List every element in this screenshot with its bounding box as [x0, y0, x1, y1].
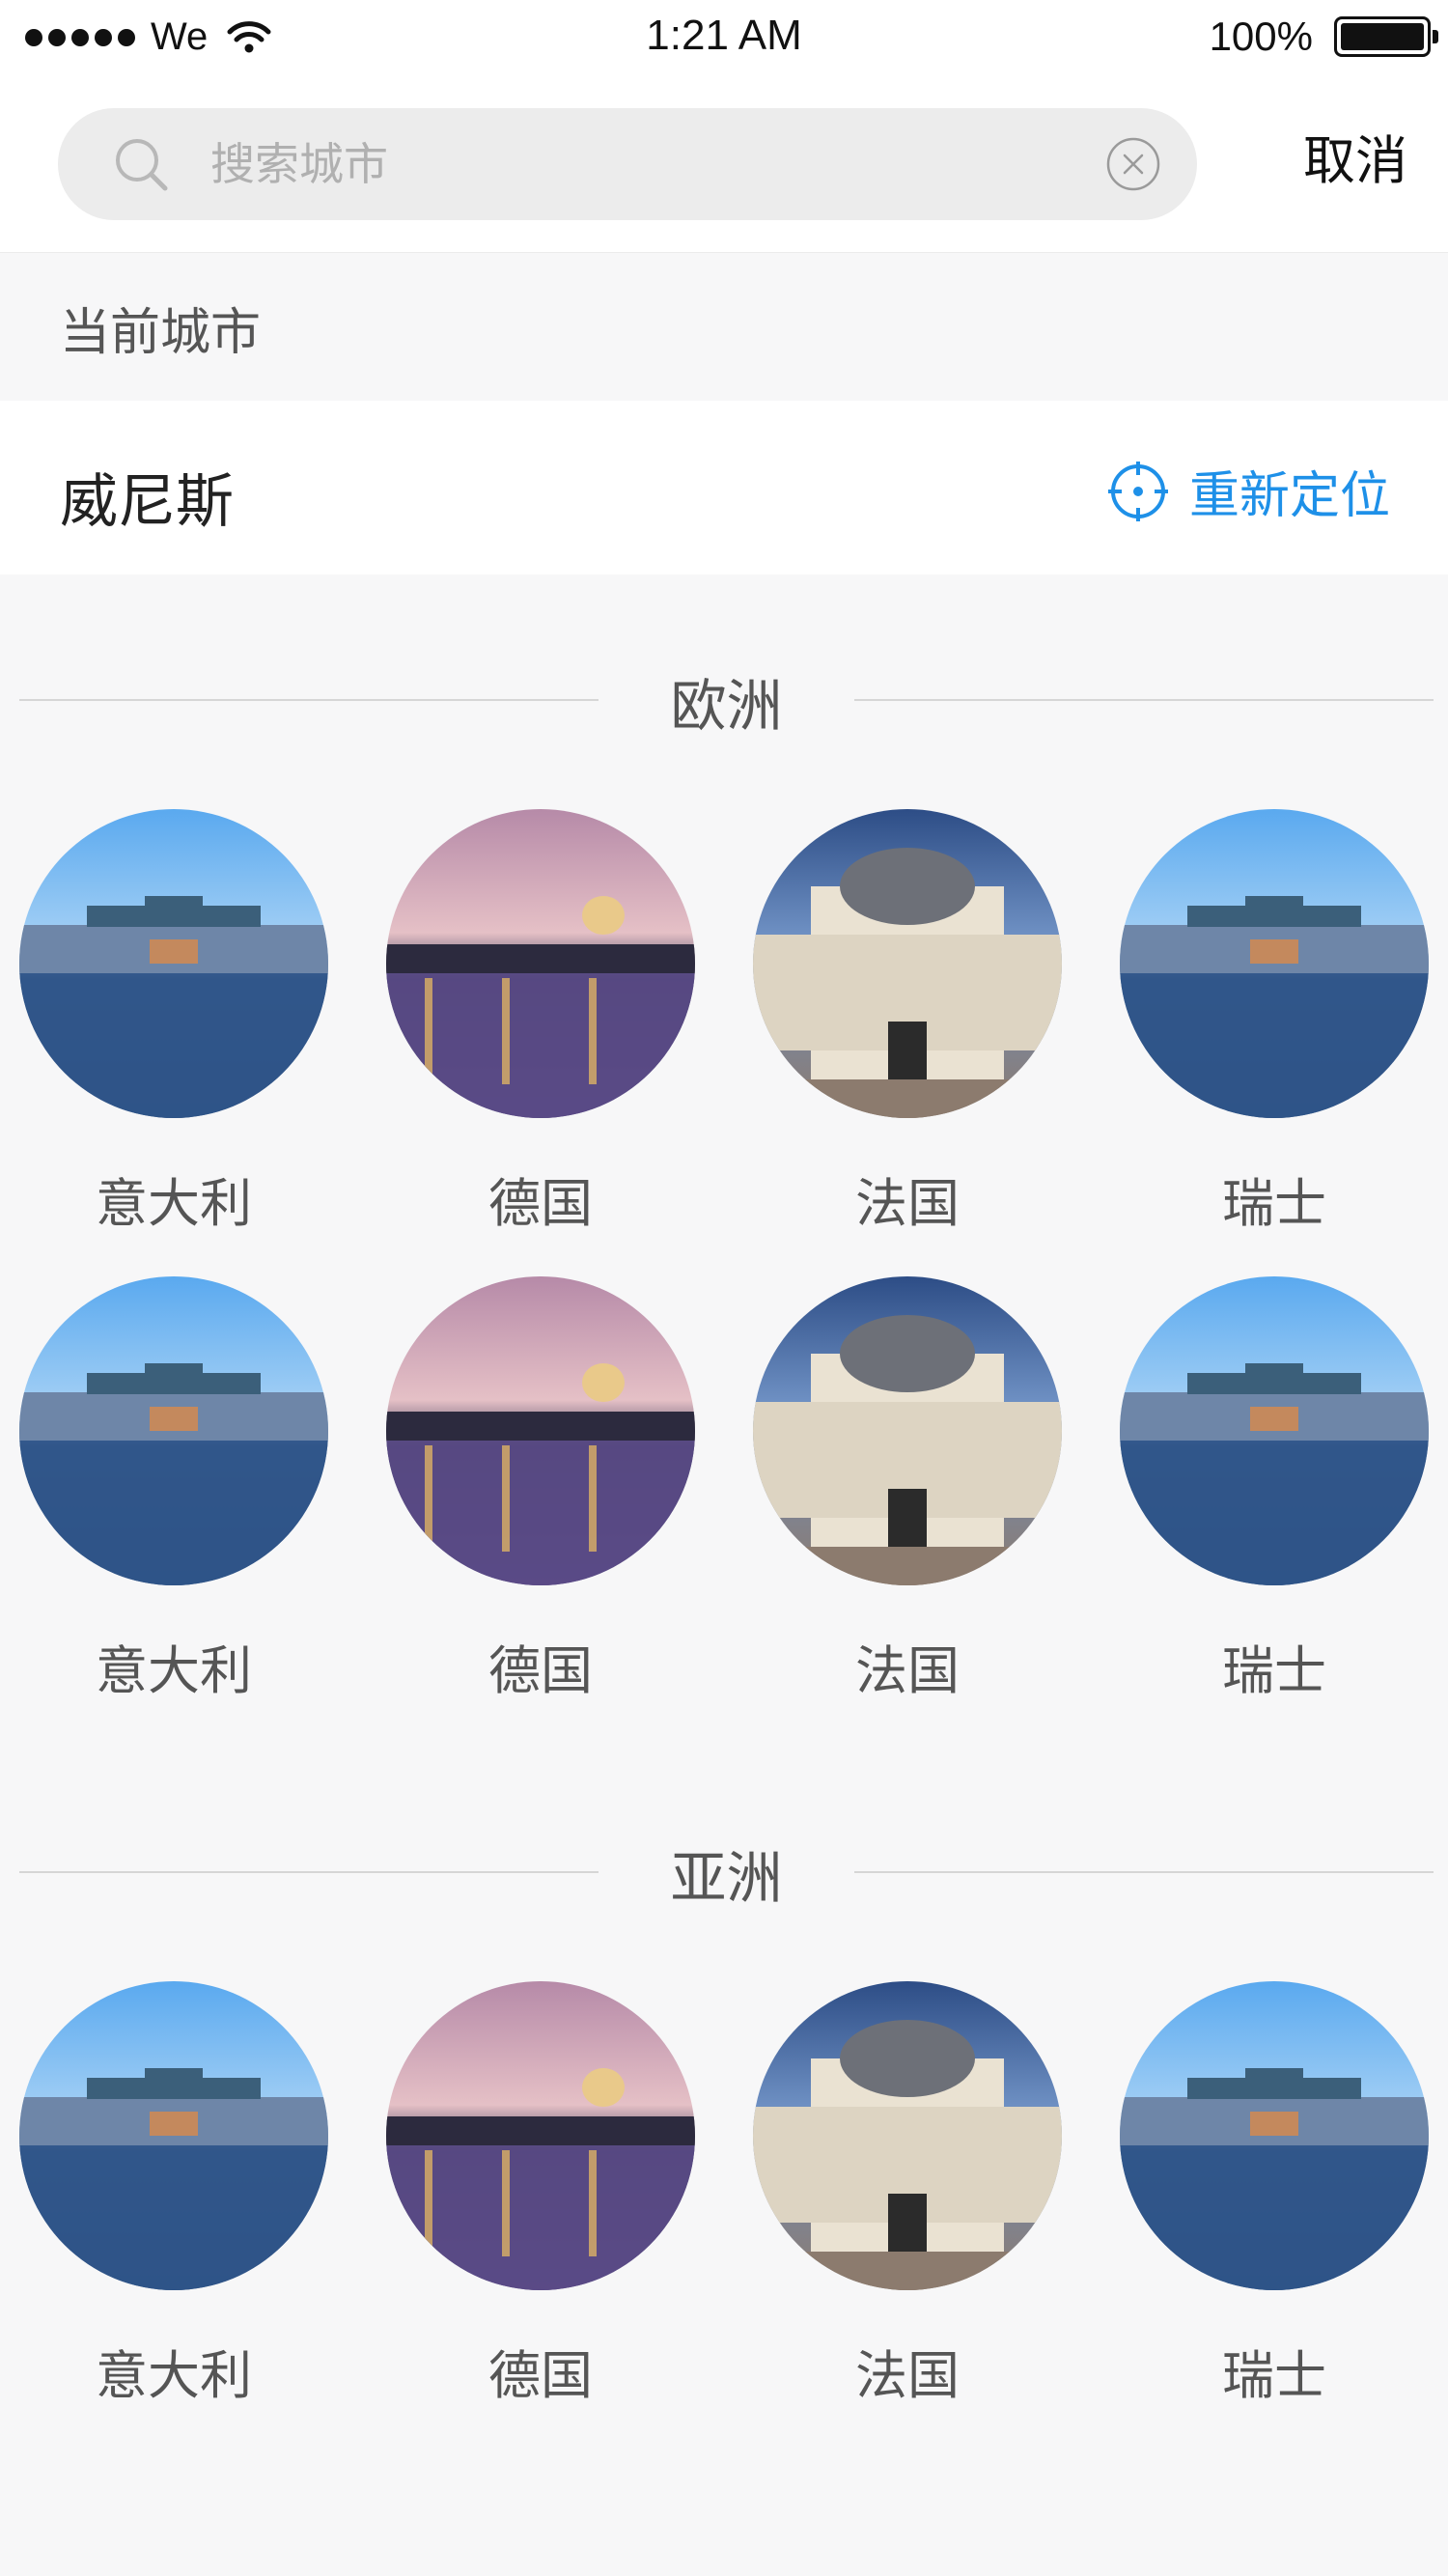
city-tile[interactable]: 瑞士	[1120, 1981, 1429, 2416]
city-name: 瑞士	[1222, 1640, 1326, 1701]
city-photo	[19, 809, 328, 1118]
city-name: 瑞士	[1222, 2345, 1326, 2406]
search-input[interactable]	[210, 108, 1099, 220]
region-heading-europe: 欧洲	[19, 660, 1434, 739]
divider	[19, 1871, 599, 1873]
city-tile[interactable]: 德国	[386, 1981, 695, 2416]
city-name: 德国	[488, 1173, 593, 1234]
clear-icon[interactable]	[1104, 135, 1162, 193]
current-city-row: 威尼斯 重新定位	[0, 401, 1448, 574]
region-heading-asia: 亚洲	[19, 1833, 1434, 1911]
city-name: 意大利	[96, 1640, 252, 1701]
city-name: 法国	[855, 1640, 960, 1701]
region-title: 欧洲	[670, 673, 783, 739]
relocate-label: 重新定位	[1188, 467, 1390, 525]
search-box[interactable]	[58, 108, 1197, 220]
city-name: 德国	[488, 1640, 593, 1701]
relocate-button[interactable]: 重新定位	[1106, 455, 1390, 527]
city-tile[interactable]: 瑞士	[1120, 1276, 1429, 1711]
city-photo	[1120, 1981, 1429, 2290]
city-name: 德国	[488, 2345, 593, 2406]
city-name: 法国	[855, 2345, 960, 2406]
current-city-name[interactable]: 威尼斯	[60, 455, 234, 539]
city-photo	[753, 1276, 1062, 1585]
city-tile[interactable]: 法国	[753, 1981, 1062, 2416]
city-photo	[1120, 809, 1429, 1118]
city-name: 瑞士	[1222, 1173, 1326, 1234]
city-photo	[386, 1276, 695, 1585]
city-tile[interactable]: 意大利	[19, 1276, 328, 1711]
divider	[854, 699, 1434, 701]
divider	[19, 699, 599, 701]
locate-crosshair-icon	[1107, 461, 1168, 521]
city-photo	[1120, 1276, 1429, 1585]
search-icon	[116, 139, 168, 191]
battery-percentage: 100%	[1209, 14, 1313, 59]
city-photo	[19, 1981, 328, 2290]
city-tile[interactable]: 意大利	[19, 1981, 328, 2416]
city-name: 意大利	[96, 2345, 252, 2406]
region-title: 亚洲	[670, 1845, 783, 1911]
city-tile[interactable]: 瑞士	[1120, 809, 1429, 1244]
city-photo	[753, 809, 1062, 1118]
battery-icon	[1334, 16, 1438, 57]
battery-indicator: 100%	[1209, 14, 1438, 60]
city-name: 意大利	[96, 1173, 252, 1234]
city-photo	[386, 809, 695, 1118]
city-photo	[386, 1981, 695, 2290]
city-name: 法国	[855, 1173, 960, 1234]
cancel-button[interactable]: 取消	[1303, 118, 1407, 194]
city-tile[interactable]: 意大利	[19, 809, 328, 1244]
city-photo	[753, 1981, 1062, 2290]
city-photo	[19, 1276, 328, 1585]
city-tile[interactable]: 法国	[753, 809, 1062, 1244]
city-tile[interactable]: 法国	[753, 1276, 1062, 1711]
search-header: 取消	[0, 79, 1448, 253]
city-tile[interactable]: 德国	[386, 1276, 695, 1711]
status-bar: We 1:21 AM 100%	[0, 0, 1448, 79]
city-tile[interactable]: 德国	[386, 809, 695, 1244]
current-city-heading: 当前城市	[60, 304, 262, 362]
divider	[854, 1871, 1434, 1873]
